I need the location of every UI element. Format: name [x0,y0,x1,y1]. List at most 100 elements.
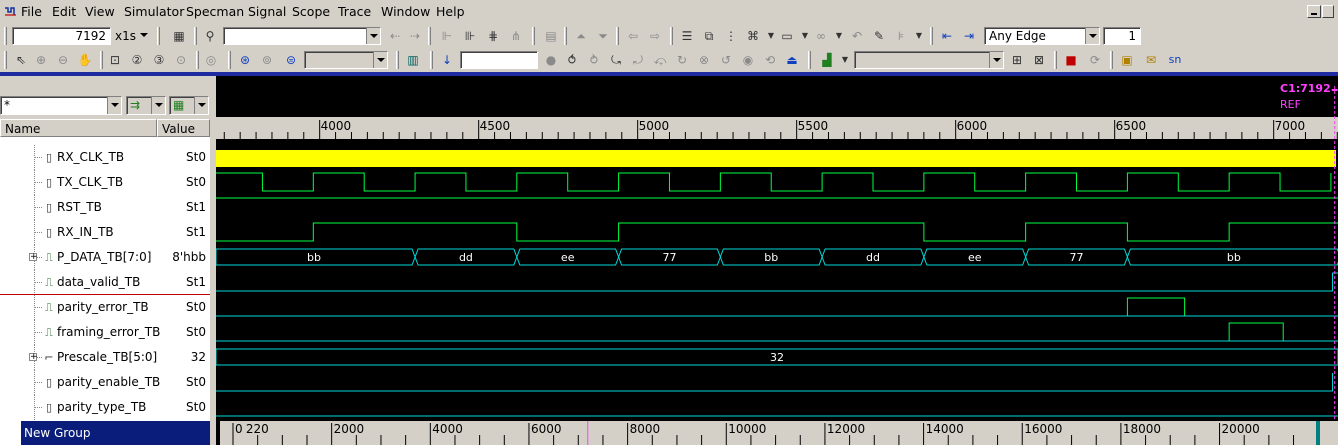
note-icon[interactable]: ▣ [1118,51,1136,69]
search-next-icon[interactable]: ⇢ [406,27,424,45]
signal-view-select[interactable]: ▦ [169,96,209,115]
zoom-in-icon[interactable]: ⊕ [32,51,50,69]
time-input[interactable]: 7192 [12,27,111,45]
order-dropdown-icon[interactable] [151,97,165,114]
sync-icon[interactable]: ⟳ [1086,51,1104,69]
run-dot-icon[interactable]: ● [542,51,560,69]
break-icon[interactable]: ⊗ [695,51,713,69]
zoom-2-icon[interactable]: ② [128,51,146,69]
step-out-icon[interactable]: ⤿ [607,51,625,69]
edge-count-input[interactable]: 1 [1103,27,1141,45]
bus-view-icon[interactable]: ▥ [404,51,422,69]
menu-view[interactable]: View [85,4,115,19]
restart-icon[interactable]: ↻ [673,51,691,69]
edge-prev-icon[interactable]: ⊩ [438,27,456,45]
bus-edge-icon[interactable]: ⋕ [484,27,502,45]
menu-file[interactable]: File [21,4,42,19]
expand-plus-icon[interactable]: + [29,253,38,262]
signal-row[interactable]: ▯ RX_CLK_TB St0 [0,145,210,170]
zoom-cursor-icon[interactable]: ◎ [202,51,220,69]
hierarchy-icon[interactable]: ⋮ [722,27,740,45]
window-icon[interactable]: ▭ [778,27,796,45]
time-unit-select[interactable]: x1s [115,29,136,43]
chevron-down-icon[interactable]: ▼ [910,27,928,45]
value-column-header[interactable]: Value [157,119,210,137]
signal-row[interactable]: + ⌐ Prescale_TB[5:0] 32 [0,345,210,370]
expand-plus-icon[interactable]: + [29,353,38,362]
search-dropdown-icon[interactable] [366,28,380,44]
sn-icon[interactable]: sn [1166,51,1184,69]
signal-row[interactable]: ⎍ data_valid_TB St1 [0,270,210,295]
menu-scope[interactable]: Scope [292,4,330,19]
chevron-down-icon[interactable] [140,33,148,37]
cursor-prev-icon[interactable]: ⊛ [236,51,254,69]
minimize-button[interactable] [1307,5,1321,18]
zoom-full-icon[interactable]: ⊡ [106,51,124,69]
overview-ruler-canvas[interactable]: 0 2000 4000 6000 8000 10000 12000 14000 16000 180… [216,421,1338,445]
search-input[interactable] [223,27,381,45]
bus-edge-next-icon[interactable]: ⋔ [507,27,525,45]
group-icon[interactable]: ⧉ [700,27,718,45]
menu-trace[interactable]: Trace [338,4,371,19]
signal-row[interactable]: ▯ parity_enable_TB St0 [0,370,210,395]
marker-dropdown-icon[interactable] [989,52,1003,68]
down-arrow-icon[interactable]: ↓ [438,51,456,69]
scope-dropdown-icon[interactable] [373,52,387,68]
signal-row[interactable]: ▯ parity_type_TB St0 [0,395,210,420]
search-prev-icon[interactable]: ⇠ [386,27,404,45]
signal-row[interactable]: ▯ TX_CLK_TB St0 [0,170,210,195]
save-state-icon[interactable]: ⏏ [783,51,801,69]
cursor-center-icon[interactable]: ⊜ [282,51,300,69]
collapse-down-icon[interactable]: ⏷ [594,27,612,45]
mail-icon[interactable]: ✉ [1142,51,1160,69]
waveform-canvas[interactable]: 4000 4500 5000 5500 6000 6500 7000 C1:7192 REF bb… [216,76,1338,445]
step-over-icon[interactable]: ⥁ [585,51,603,69]
menu-window[interactable]: Window [381,4,430,19]
trace-icon[interactable]: ⌘ [744,27,762,45]
zoom-3-icon[interactable]: ③ [150,51,168,69]
marker-select[interactable] [854,51,1004,69]
undo-icon[interactable]: ↶ [848,27,866,45]
edge-search-back-icon[interactable]: ⇤ [938,27,956,45]
loop-icon[interactable]: ∞ [812,27,830,45]
binoculars-icon[interactable]: ⚲ [201,27,219,45]
chevron-down-icon[interactable]: ▼ [836,51,854,69]
waveform-panel[interactable]: 4000 4500 5000 5500 6000 6500 7000 C1:7192 REF bb… [216,76,1338,445]
edge-type-select[interactable]: Any Edge [984,27,1100,45]
watch-icon[interactable]: ◉ [739,51,757,69]
marker-delete-icon[interactable]: ⊠ [1030,51,1048,69]
name-column-header[interactable]: Name [0,119,157,137]
run-to-icon[interactable]: ⤾ [629,51,647,69]
edge-next-icon[interactable]: ⊪ [461,27,479,45]
menu-specman[interactable]: Specman [186,4,244,19]
step-into-icon[interactable]: ⥀ [563,51,581,69]
list-view-icon[interactable]: ☰ [678,27,696,45]
filter-dropdown-icon[interactable] [107,97,121,114]
expand-up-icon[interactable]: ⏶ [572,27,590,45]
signal-filter-input[interactable]: * [0,96,122,115]
waveform-settings-icon[interactable]: ▦ [170,27,188,45]
scope-select[interactable] [304,51,388,69]
marker-icon[interactable]: ⊧ [892,27,910,45]
signal-row[interactable]: ⎍ framing_error_TB St0 [0,320,210,345]
menu-signal[interactable]: Signal [248,4,286,19]
close-button[interactable] [1322,5,1334,18]
zoom-out-icon[interactable]: ⊖ [54,51,72,69]
reverse-icon[interactable]: ↺ [717,51,735,69]
edge-search-forward-icon[interactable]: ⇥ [960,27,978,45]
signal-row[interactable]: + ⎍ P_DATA_TB[7:0] 8'hbb [0,245,210,270]
run-back-icon[interactable]: ⤽ [651,51,669,69]
jump-input[interactable] [460,51,538,69]
overview-ruler[interactable]: 0 2000 4000 6000 8000 10000 12000 14000 16000 180… [216,421,1338,445]
menu-edit[interactable]: Edit [52,4,76,19]
tools-icon[interactable]: ✎ [870,27,888,45]
signal-row[interactable]: ⎍ parity_error_TB St0 [0,295,210,320]
chevron-down-icon[interactable]: ▼ [830,27,848,45]
zoom-region-icon[interactable]: ⊙ [172,51,190,69]
view-dropdown-icon[interactable] [194,97,208,114]
edge-type-dropdown-icon[interactable] [1085,28,1099,44]
marker-add-icon[interactable]: ▟ [818,51,836,69]
new-group-row[interactable]: New Group [21,421,210,445]
signal-row[interactable]: ▯ RX_IN_TB St1 [0,220,210,245]
signal-order-select[interactable]: ⇉ [126,96,166,115]
